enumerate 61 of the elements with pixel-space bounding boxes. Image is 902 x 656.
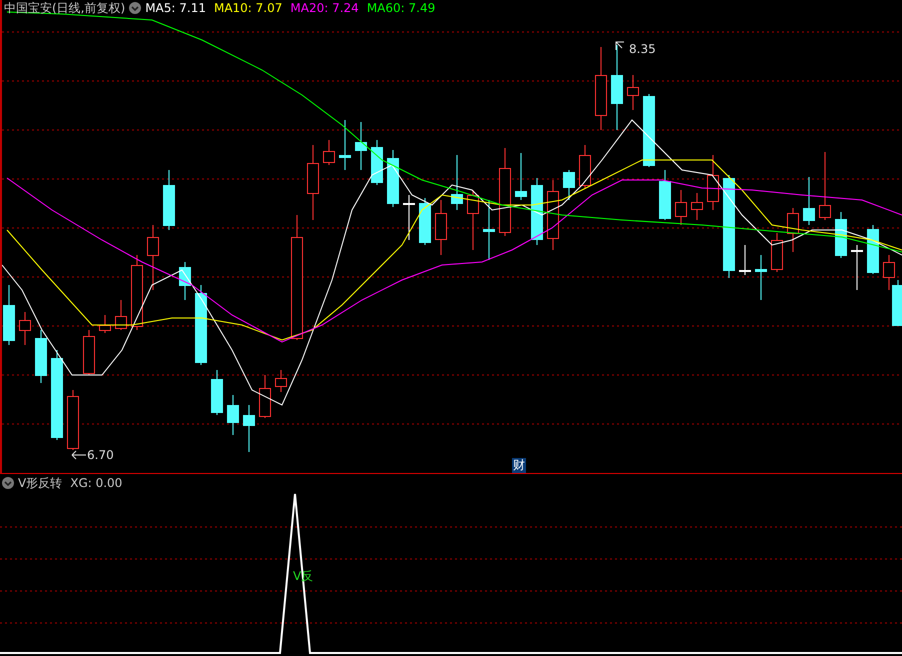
candlestick — [771, 232, 783, 272]
candlestick — [892, 280, 902, 326]
candlestick — [3, 284, 15, 346]
candlestick — [179, 262, 191, 300]
candlestick — [419, 198, 431, 246]
arrow-icon — [72, 450, 86, 460]
candlestick — [803, 176, 815, 226]
candlestick — [851, 244, 863, 290]
candlestick — [275, 370, 287, 392]
low-price-label: 6.70 — [87, 448, 114, 462]
candlestick — [627, 74, 639, 110]
ma-value: MA5: 7.11 — [145, 0, 206, 16]
candlestick — [67, 390, 79, 450]
candlestick — [547, 180, 559, 250]
candlestick — [563, 170, 575, 200]
candlestick — [243, 404, 255, 452]
candlestick — [35, 330, 47, 384]
candlestick — [323, 140, 335, 166]
candlestick — [691, 192, 703, 220]
candlestick — [867, 224, 879, 274]
ma-value: MA60: 7.49 — [366, 0, 436, 16]
candlestick — [787, 208, 799, 252]
collapse-icon[interactable] — [129, 2, 142, 14]
candlestick — [515, 152, 527, 200]
candlestick — [371, 140, 383, 186]
ma-value: MA10: 7.07 — [214, 0, 282, 16]
indicator-title: V形反转 — [18, 475, 62, 491]
high-price-label: 8.35 — [629, 42, 656, 56]
pointer-icon — [616, 42, 624, 50]
candlestick — [83, 330, 95, 376]
candlestick — [675, 190, 687, 226]
candlestick — [819, 152, 831, 220]
ma-value: MA20: 7.24 — [290, 0, 359, 16]
candlestick — [403, 194, 415, 240]
candlestick — [467, 190, 479, 250]
candlestick — [211, 370, 223, 416]
candlestick — [451, 154, 463, 210]
candlestick — [259, 374, 271, 418]
candlestick — [163, 170, 175, 230]
candlestick — [387, 150, 399, 208]
stock-title: 中国宝安(日线,前复权) — [4, 0, 126, 16]
candlestick — [707, 154, 719, 210]
candlestick — [99, 314, 111, 334]
candlestick — [659, 170, 671, 220]
candlestick — [835, 212, 847, 258]
candlestick — [739, 244, 751, 276]
candlestick — [355, 122, 367, 170]
indicator-value: XG: 0.00 — [70, 475, 122, 491]
candlestick — [115, 300, 127, 330]
candlestick — [883, 254, 895, 290]
candlestick — [339, 120, 351, 170]
candlestick — [531, 178, 543, 246]
candlestick — [483, 200, 495, 260]
candlestick — [755, 254, 767, 300]
collapse-icon[interactable] — [2, 477, 14, 489]
finance-badge[interactable]: 财 — [512, 458, 526, 473]
candlestick — [147, 224, 159, 290]
candlestick — [435, 200, 447, 256]
candlestick — [19, 312, 31, 346]
candlestick — [227, 394, 239, 436]
candlestick — [579, 144, 591, 188]
